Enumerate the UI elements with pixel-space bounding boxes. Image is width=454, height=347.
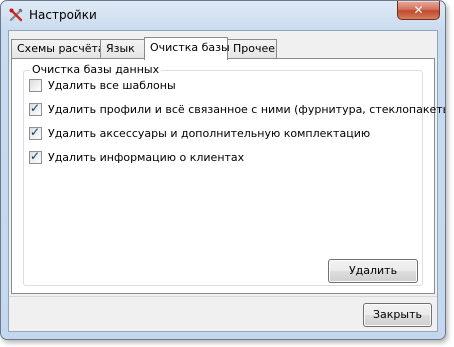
option-label: Удалить профили и всё связанное с ними (…: [48, 103, 446, 116]
tab-calc-schemes[interactable]: Схемы расчёта: [11, 39, 105, 58]
tab-panel-db-cleanup: Очистка базы данных Удалить все шаблоны …: [11, 58, 445, 294]
delete-button[interactable]: Удалить: [328, 259, 418, 283]
settings-window: Настройки ✕ Схемы расчёта Язык Очистка б…: [0, 0, 446, 340]
checkbox-delete-accessories[interactable]: ✓: [29, 125, 42, 140]
window-close-button[interactable]: ✕: [397, 1, 440, 20]
tools-icon: [8, 7, 24, 23]
footer-divider: [9, 296, 437, 297]
option-delete-clients[interactable]: ✓ Удалить информацию о клиентах: [29, 149, 245, 165]
group-title: Очистка базы данных: [30, 63, 162, 77]
title-bar[interactable]: Настройки ✕: [1, 1, 445, 29]
option-delete-profiles[interactable]: ✓ Удалить профили и всё связанное с ними …: [29, 101, 446, 117]
checkmark-icon: ✓: [30, 125, 41, 139]
option-label: Удалить аксессуары и дополнительную комп…: [48, 127, 371, 140]
tab-db-cleanup[interactable]: Очистка базы: [144, 37, 230, 60]
checkmark-icon: ✓: [30, 101, 41, 115]
checkmark-icon: ✓: [30, 149, 41, 163]
checkbox-delete-clients[interactable]: ✓: [29, 149, 42, 164]
tab-other[interactable]: Прочее: [227, 39, 277, 58]
option-delete-accessories[interactable]: ✓ Удалить аксессуары и дополнительную ком…: [29, 125, 371, 141]
option-label: Удалить информацию о клиентах: [48, 151, 245, 164]
db-cleanup-group: Очистка базы данных Удалить все шаблоны …: [23, 63, 445, 286]
checkbox-delete-profiles[interactable]: ✓: [29, 101, 42, 116]
checkbox-delete-templates[interactable]: [29, 79, 42, 92]
option-label: Удалить все шаблоны: [48, 79, 176, 92]
close-button[interactable]: Закрыть: [363, 303, 432, 327]
tab-language[interactable]: Язык: [100, 39, 145, 58]
dialog-body: Схемы расчёта Язык Очистка базы Прочее О…: [8, 30, 445, 332]
option-delete-templates[interactable]: Удалить все шаблоны: [29, 79, 176, 93]
window-title: Настройки: [29, 8, 97, 22]
